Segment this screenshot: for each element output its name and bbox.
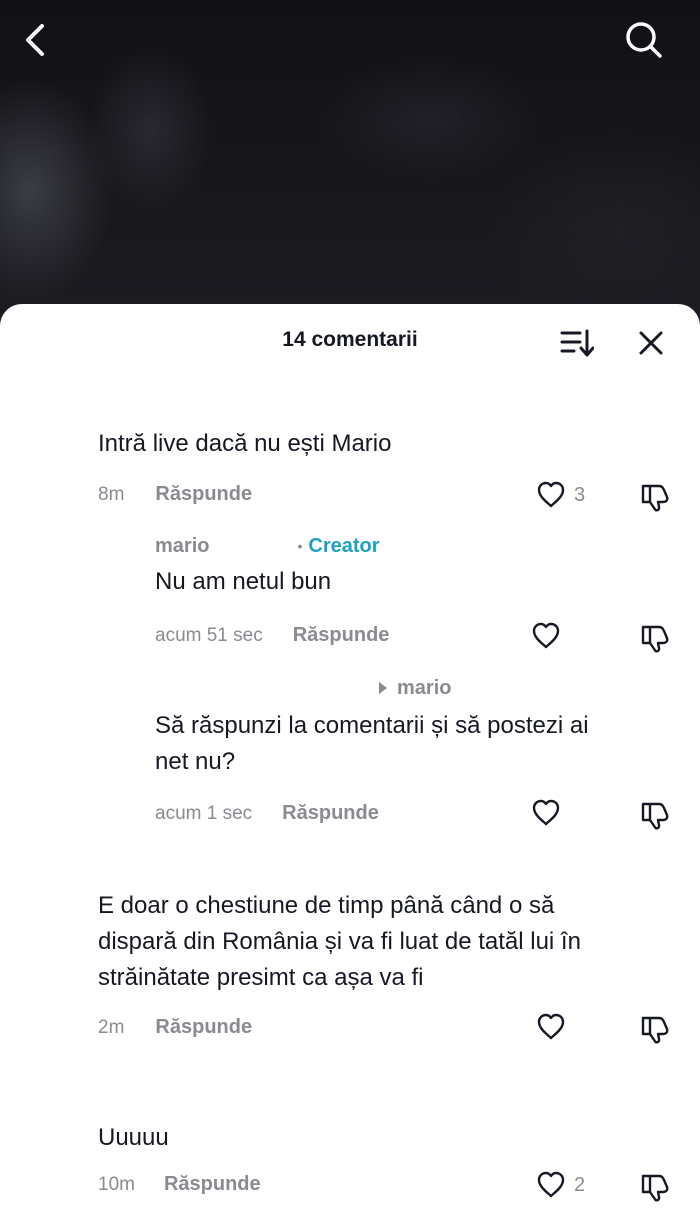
dislike-button[interactable] xyxy=(639,1013,671,1050)
chevron-left-icon xyxy=(26,24,44,56)
like-count: 3 xyxy=(574,483,586,506)
thumbs-down-icon xyxy=(641,1016,669,1044)
dislike-button[interactable] xyxy=(639,799,671,836)
creator-badge: Creator xyxy=(308,534,380,557)
comment-time: acum 51 sec xyxy=(155,624,263,646)
dislike-button[interactable] xyxy=(639,1171,671,1208)
like-button[interactable] xyxy=(531,622,561,650)
comment-reply: mario Să răspunzi la comentarii și să po… xyxy=(155,674,685,834)
reply-button[interactable]: Răspunde xyxy=(155,483,252,506)
comment-text: Nu am netul bun xyxy=(155,568,332,595)
search-button[interactable] xyxy=(622,18,666,62)
video-background xyxy=(0,0,700,330)
comment: E doar o chestiune de timp până când o s… xyxy=(98,888,698,1048)
comment-text: E doar o chestiune de timp până când o s… xyxy=(98,888,698,996)
dislike-button[interactable] xyxy=(639,622,671,659)
comment-text-line: net nu? xyxy=(155,748,236,775)
comment-time: 2m xyxy=(98,1016,125,1038)
comment-time: 10m xyxy=(98,1173,135,1195)
like-button[interactable] xyxy=(531,799,561,827)
close-icon xyxy=(639,331,663,355)
back-button[interactable] xyxy=(14,18,58,62)
comment-reply: mario • Creator Nu am netul bun acum 51 … xyxy=(155,532,685,662)
like-button[interactable] xyxy=(536,1013,566,1041)
username[interactable]: mario xyxy=(155,535,209,558)
like-count: 2 xyxy=(574,1173,586,1196)
caret-right-icon xyxy=(379,682,387,694)
reply-button[interactable]: Răspunde xyxy=(164,1173,261,1196)
like-button[interactable]: 2 xyxy=(536,1171,585,1199)
comment-text-line: străinătate presimt ca așa va fi xyxy=(98,964,424,991)
reply-to-row: mario xyxy=(155,674,685,702)
close-button[interactable] xyxy=(632,324,670,362)
reply-button[interactable]: Răspunde xyxy=(293,624,390,647)
sort-icon xyxy=(560,329,594,357)
comment-text: Intră live dacă nu ești Mario xyxy=(98,430,392,457)
comment-text-line: E doar o chestiune de timp până când o s… xyxy=(98,892,555,919)
reply-to-username[interactable]: mario xyxy=(397,677,451,700)
comment-time: acum 1 sec xyxy=(155,802,253,824)
sort-button[interactable] xyxy=(558,324,596,362)
thumbs-down-icon xyxy=(641,1174,669,1202)
reply-button[interactable]: Răspunde xyxy=(155,1016,252,1039)
thumbs-down-icon xyxy=(641,802,669,830)
thumbs-down-icon xyxy=(641,484,669,512)
dislike-button[interactable] xyxy=(639,481,671,518)
comment: Uuuuu 10m Răspunde 2 xyxy=(98,1120,688,1210)
dot-separator: • xyxy=(297,538,303,554)
heart-icon xyxy=(532,622,560,649)
heart-icon xyxy=(532,799,560,826)
comment-text: Să răspunzi la comentarii și să postezi … xyxy=(155,708,685,780)
comment-text-line: Să răspunzi la comentarii și să postezi … xyxy=(155,712,589,739)
thumbs-down-icon xyxy=(641,625,669,653)
comment-time: 8m xyxy=(98,483,125,505)
comments-header: 14 comentarii xyxy=(0,304,700,380)
comment: Intră live dacă nu ești Mario 8m Răspund… xyxy=(98,426,688,516)
comment-text-line: dispară din România și va fi luat de tat… xyxy=(98,928,581,955)
comment-text: Uuuuu xyxy=(98,1124,169,1151)
heart-icon xyxy=(537,1171,565,1198)
reply-button[interactable]: Răspunde xyxy=(282,802,379,825)
heart-icon xyxy=(537,481,565,508)
like-button[interactable]: 3 xyxy=(536,481,585,509)
heart-icon xyxy=(537,1013,565,1040)
search-icon xyxy=(626,22,662,58)
comment-author-row: mario • Creator xyxy=(155,532,685,560)
comments-sheet: 14 comentarii Intră live dacă nu ești Ma… xyxy=(0,304,700,1215)
